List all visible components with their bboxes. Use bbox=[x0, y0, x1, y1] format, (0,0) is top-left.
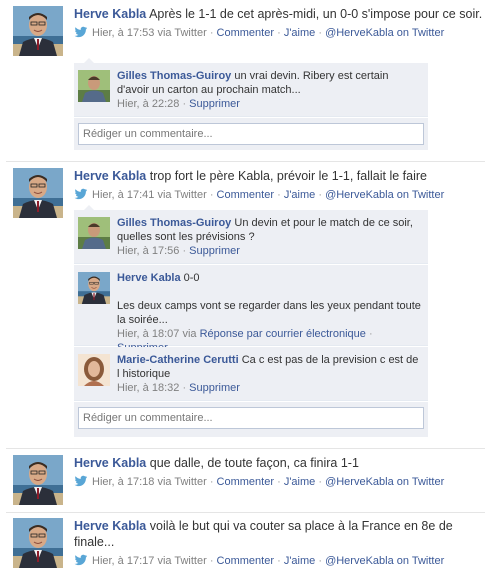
avatar[interactable] bbox=[13, 518, 63, 568]
twitter-profile-link[interactable]: @HerveKabla on Twitter bbox=[325, 27, 444, 39]
comment-time: Hier, à 18:07 bbox=[117, 328, 180, 340]
post-message: Herve Kabla voilà le but qui va couter s… bbox=[74, 518, 483, 550]
twitter-icon bbox=[74, 554, 88, 566]
post-meta: Hier, à 17:18 via Twitter · Commenter · … bbox=[74, 475, 483, 489]
comment-avatar[interactable] bbox=[78, 354, 110, 386]
post-author[interactable]: Herve Kabla bbox=[74, 7, 146, 21]
like-link[interactable]: J'aime bbox=[284, 476, 315, 488]
comment-text-continued: Les deux camps vont se regarder dans les… bbox=[117, 300, 421, 326]
delete-comment-link[interactable]: Supprimer bbox=[189, 98, 240, 110]
post-meta: Hier, à 17:53 via Twitter · Commenter · … bbox=[74, 26, 483, 40]
post-divider bbox=[6, 448, 485, 449]
post-divider bbox=[6, 161, 485, 162]
avatar[interactable] bbox=[13, 6, 63, 56]
comment-box: Rédiger un commentaire... bbox=[74, 402, 428, 437]
like-link[interactable]: J'aime bbox=[284, 189, 315, 201]
comment-avatar[interactable] bbox=[78, 70, 110, 102]
post-time[interactable]: Hier, à 17:18 bbox=[92, 476, 154, 488]
twitter-profile-link[interactable]: @HerveKabla on Twitter bbox=[325, 555, 444, 567]
like-link[interactable]: J'aime bbox=[284, 555, 315, 567]
post-via: via Twitter bbox=[157, 476, 207, 488]
comment-box: Rédiger un commentaire... bbox=[74, 118, 428, 150]
post-time[interactable]: Hier, à 17:17 bbox=[92, 555, 154, 567]
comment-text: 0-0 bbox=[183, 272, 200, 284]
comment-item: Gilles Thomas-Guiroy un vrai devin. Ribe… bbox=[74, 63, 428, 117]
comment-meta: Hier, à 22:28 · Supprimer bbox=[117, 98, 240, 110]
like-link[interactable]: J'aime bbox=[284, 27, 315, 39]
comment-item: Marie-Catherine Cerutti Ca c est pas de … bbox=[74, 347, 428, 401]
comment-link[interactable]: Commenter bbox=[217, 189, 274, 201]
delete-comment-link[interactable]: Supprimer bbox=[189, 245, 240, 257]
delete-comment-link[interactable]: Supprimer bbox=[189, 382, 240, 394]
post-message: Herve Kabla que dalle, de toute façon, c… bbox=[74, 455, 483, 471]
comment-link[interactable]: Commenter bbox=[217, 27, 274, 39]
post-via: via Twitter bbox=[157, 27, 207, 39]
post-time[interactable]: Hier, à 17:53 bbox=[92, 27, 154, 39]
twitter-icon bbox=[74, 188, 88, 200]
comment-time: Hier, à 17:56 bbox=[117, 245, 180, 257]
post-text: trop fort le père Kabla, prévoir le 1-1,… bbox=[149, 169, 427, 183]
comment-input[interactable]: Rédiger un commentaire... bbox=[78, 123, 424, 145]
post-text: Après le 1-1 de cet après-midi, un 0-0 s… bbox=[149, 7, 483, 21]
twitter-profile-link[interactable]: @HerveKabla on Twitter bbox=[325, 189, 444, 201]
post-time[interactable]: Hier, à 17:41 bbox=[92, 189, 154, 201]
comment-time: Hier, à 22:28 bbox=[117, 98, 180, 110]
avatar[interactable] bbox=[13, 168, 63, 218]
comment-author[interactable]: Marie-Catherine Cerutti bbox=[117, 354, 239, 366]
comment-item: Herve Kabla 0-0 Les deux camps vont se r… bbox=[74, 265, 428, 354]
post-author[interactable]: Herve Kabla bbox=[74, 456, 146, 470]
post-divider bbox=[6, 512, 485, 513]
comment-author[interactable]: Gilles Thomas-Guiroy bbox=[117, 217, 231, 229]
post-message: Herve Kabla trop fort le père Kabla, pré… bbox=[74, 168, 483, 184]
comment-author[interactable]: Gilles Thomas-Guiroy bbox=[117, 70, 231, 82]
post-author[interactable]: Herve Kabla bbox=[74, 169, 146, 183]
comment-link[interactable]: Commenter bbox=[217, 476, 274, 488]
twitter-icon bbox=[74, 26, 88, 38]
comment-meta: Hier, à 17:56 · Supprimer bbox=[117, 245, 240, 257]
avatar[interactable] bbox=[13, 455, 63, 505]
comment-time: Hier, à 18:32 bbox=[117, 382, 180, 394]
twitter-profile-link[interactable]: @HerveKabla on Twitter bbox=[325, 476, 444, 488]
comment-link[interactable]: Commenter bbox=[217, 555, 274, 567]
comment-author[interactable]: Herve Kabla bbox=[117, 272, 181, 284]
email-reply-link[interactable]: Réponse par courrier électronique bbox=[200, 328, 366, 340]
comment-avatar[interactable] bbox=[78, 272, 110, 304]
comment-meta: Hier, à 18:32 · Supprimer bbox=[117, 382, 240, 394]
post-text: que dalle, de toute façon, ca finira 1-1 bbox=[149, 456, 359, 470]
comment-input[interactable]: Rédiger un commentaire... bbox=[78, 407, 424, 429]
comment-avatar[interactable] bbox=[78, 217, 110, 249]
comment-via: via bbox=[182, 328, 197, 340]
post-author[interactable]: Herve Kabla bbox=[74, 519, 146, 533]
post-via: via Twitter bbox=[157, 189, 207, 201]
post-meta: Hier, à 17:41 via Twitter · Commenter · … bbox=[74, 188, 483, 202]
post-via: via Twitter bbox=[157, 555, 207, 567]
comment-item: Gilles Thomas-Guiroy Un devin et pour le… bbox=[74, 210, 428, 264]
post-message: Herve Kabla Après le 1-1 de cet après-mi… bbox=[74, 6, 483, 22]
twitter-icon bbox=[74, 475, 88, 487]
post-meta: Hier, à 17:17 via Twitter · Commenter · … bbox=[74, 554, 483, 568]
